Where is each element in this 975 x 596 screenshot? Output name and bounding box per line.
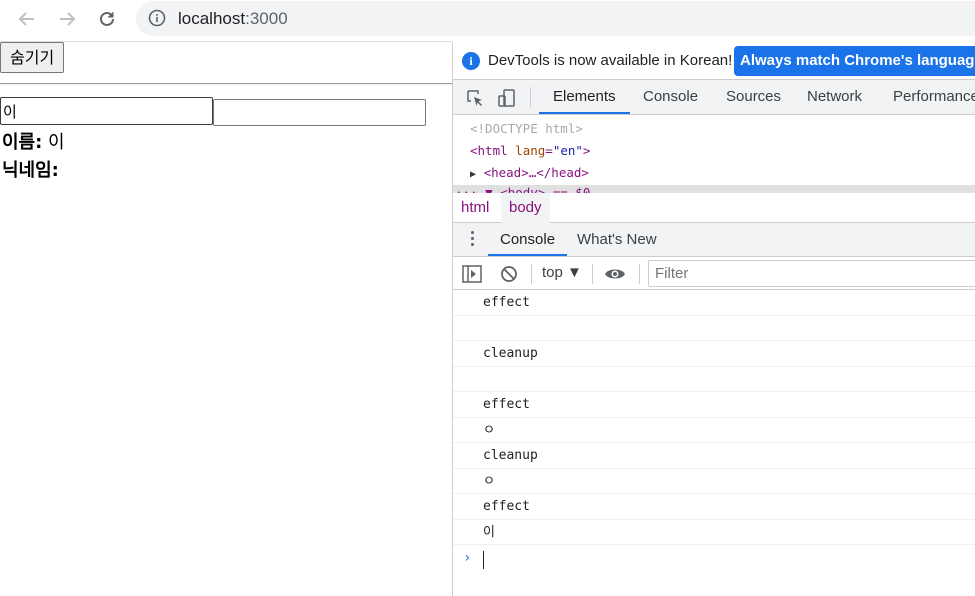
console-output: effect cleanup effect ㅇ cleanup ㅇ effect… (453, 290, 975, 545)
console-message (453, 316, 975, 341)
hide-button[interactable]: 숨기기 (0, 42, 65, 73)
forward-button[interactable] (54, 6, 80, 32)
console-toolbar: top ▼ (453, 257, 975, 290)
name-value: 이 (42, 132, 65, 153)
doctype-node[interactable]: <!DOCTYPE html> (470, 121, 583, 136)
address-bar[interactable]: localhost:3000 (136, 1, 975, 36)
devtools-panel: i DevTools is now available in Korean! A… (452, 42, 975, 596)
console-message: cleanup (453, 341, 975, 367)
console-message: 이 (453, 520, 975, 545)
tab-performance[interactable]: Performance (893, 80, 975, 114)
tab-network[interactable]: Network (807, 80, 862, 114)
language-infobar: i DevTools is now available in Korean! A… (453, 42, 975, 80)
nickname-row: 닉네임: (2, 156, 59, 182)
url-text: localhost:3000 (178, 9, 288, 28)
console-prompt[interactable]: › (453, 546, 975, 572)
sidebar-toggle-icon[interactable] (462, 265, 482, 283)
drawer-tab-whats-new[interactable]: What's New (577, 223, 657, 256)
elements-tree: <!DOCTYPE html> <html lang="en"> ▶ <head… (453, 115, 975, 193)
toolbar-separator (592, 264, 593, 284)
infobar-message: DevTools is now available in Korean! (488, 52, 733, 69)
body-node[interactable]: ··· ▼ <body> == $0 (453, 185, 975, 193)
console-message: cleanup (453, 443, 975, 469)
toolbar-separator (531, 264, 532, 284)
back-button[interactable] (14, 6, 40, 32)
reload-icon (100, 11, 114, 26)
tab-elements[interactable]: Elements (539, 80, 630, 114)
html-node[interactable]: <html lang="en"> (470, 143, 590, 158)
tab-sources[interactable]: Sources (726, 80, 781, 114)
arrow-right-icon (60, 12, 76, 26)
console-message: ㅇ (453, 418, 975, 443)
console-message: ㅇ (453, 469, 975, 494)
text-caret (483, 551, 484, 569)
name-label: 이름: (2, 132, 43, 153)
prompt-chevron-icon: › (463, 550, 472, 566)
horizontal-rule (0, 83, 452, 85)
inspect-element-icon[interactable] (465, 88, 485, 108)
console-message: effect (453, 392, 975, 418)
arrow-left-icon (18, 12, 34, 26)
breadcrumb-body[interactable]: body (501, 193, 550, 223)
page-content: 숨기기 이름: 이 닉네임: (0, 42, 452, 596)
name-row: 이름: 이 (2, 128, 65, 154)
filter-input[interactable] (648, 260, 975, 287)
info-icon: i (462, 52, 480, 70)
toolbar-separator (530, 87, 531, 107)
clear-console-icon[interactable] (500, 265, 518, 283)
nickname-label: 닉네임: (2, 160, 59, 181)
drawer-tab-console[interactable]: Console (488, 223, 568, 256)
devtools-tabbar: Elements Console Sources Network Perform… (453, 80, 975, 115)
name-input[interactable] (0, 97, 213, 125)
nickname-input[interactable] (213, 99, 426, 126)
toolbar-separator (639, 264, 640, 284)
tab-console[interactable]: Console (643, 80, 698, 114)
reload-button[interactable] (94, 6, 120, 32)
breadcrumb: html body (453, 193, 975, 223)
context-selector[interactable]: top ▼ (542, 264, 582, 281)
site-info-icon[interactable] (148, 9, 166, 27)
breadcrumb-html[interactable]: html (453, 193, 497, 223)
match-language-button[interactable]: Always match Chrome's language (734, 46, 975, 76)
head-node[interactable]: ▶ <head>…</head> (470, 165, 589, 180)
console-message: effect (453, 290, 975, 316)
more-options-icon[interactable] (471, 231, 475, 249)
eye-icon[interactable] (604, 266, 626, 282)
expand-triangle-icon[interactable]: ▶ (470, 169, 476, 180)
browser-toolbar: localhost:3000 (0, 0, 975, 38)
device-toolbar-icon[interactable] (497, 88, 517, 108)
console-message (453, 367, 975, 392)
console-message: effect (453, 494, 975, 520)
drawer-tabbar: Console What's New (453, 223, 975, 257)
